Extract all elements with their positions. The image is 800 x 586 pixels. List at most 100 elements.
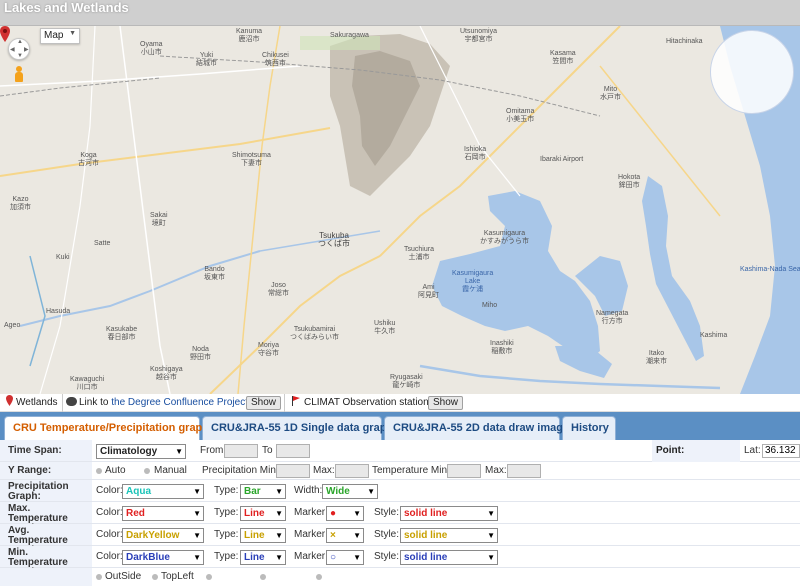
map-label: Tsuchiura 土浦市 [404,246,434,261]
outside-radio[interactable] [96,574,102,580]
avg-temp-type-value: Line [244,530,265,541]
time-span-select[interactable]: Climatology ▼ [96,444,186,459]
map-label: Kazo 加須市 [10,196,31,211]
chevron-down-icon: ▼ [193,487,201,496]
max-temp-color-select[interactable]: Red ▼ [122,506,204,521]
precip-type-label: Type: [214,485,239,496]
max-temp-marker-select[interactable]: ● ▼ [326,506,364,521]
map-label: Satte [94,240,111,247]
precip-width-value: Wide [326,486,350,497]
show-climat-button[interactable]: Show [428,396,464,410]
to-label: To [262,445,273,456]
confluence-link[interactable]: the Degree Confluence Project [111,397,248,408]
avg-temp-marker-label: Marker: [294,529,328,540]
avg-temp-marker-select[interactable]: × ▼ [326,528,364,543]
map-pan-control[interactable]: ▲ ▼ ◀ ▶ [8,38,30,60]
to-input[interactable] [276,444,310,458]
legend-row-label [0,568,92,586]
location-pin-icon[interactable] [0,26,10,42]
min-temp-marker-value: ○ [330,552,337,563]
chevron-down-icon: ▼ [275,553,283,562]
min-temp-style-select[interactable]: solid line ▼ [400,550,498,565]
max-temp-marker-value: ● [330,508,337,519]
max-temp-style-label: Style: [374,507,400,518]
map-type-select[interactable]: Map ▼ [40,28,80,44]
time-span-label: Time Span: [0,440,92,461]
chevron-down-icon: ▼ [353,531,361,540]
temp-max-input[interactable] [507,464,541,478]
map-label: Omitama 小美玉市 [506,108,535,123]
max-temp-row: Max. Temperature Graph: Color: Red ▼ Type… [0,502,800,534]
max-temp-type-label: Type: [214,507,239,518]
precip-max-input[interactable] [335,464,369,478]
avg-temp-color-value: DarkYellow [126,530,180,541]
time-span-row: Time Span: Climatology ▼ From To Point: L… [0,440,800,462]
tab-cru-jra-2d[interactable]: CRU&JRA-55 2D data draw image [384,416,569,440]
map-label: Utsunomiya 宇都宮市 [460,28,497,43]
lat-label: Lat: [744,445,761,456]
chevron-down-icon: ▼ [175,447,183,456]
tab-history[interactable]: History [562,416,616,440]
y-range-label: Y Range: [0,462,92,479]
max-temp-type-value: Line [244,508,265,519]
fullscreen-overlay[interactable] [710,30,794,114]
legend-option-radio[interactable] [260,574,266,580]
precip-min-input[interactable] [276,464,310,478]
map-view[interactable]: Kanuma 鹿沼市 Sakuragawa Utsunomiya 宇都宮市 Oyam… [0,26,800,394]
map-label: Kawaguchi 川口市 [70,376,105,391]
precip-width-select[interactable]: Wide ▼ [322,484,378,499]
map-label: Inashiki 稲敷市 [490,340,514,355]
outside-label: OutSide [105,571,142,582]
map-label: Tsukuba つくば市 [318,231,350,248]
min-temp-type-label: Type: [214,551,239,562]
confluence-link-item: Link to the Degree Confluence Project [66,396,248,410]
legend-option-radio[interactable] [206,574,212,580]
map-toolbar: Wetlands Link to the Degree Confluence P… [0,394,800,412]
auto-radio[interactable] [96,468,102,474]
avg-temp-type-select[interactable]: Line ▼ [240,528,286,543]
topleft-radio[interactable] [152,574,158,580]
min-temp-color-select[interactable]: DarkBlue ▼ [122,550,204,565]
map-label: Kasumigaura Lake 霞ケ浦 [452,270,494,293]
map-label: Chikusei 筑西市 [262,52,289,67]
map-label: Joso 常総市 [268,282,289,297]
temp-min-input[interactable] [447,464,481,478]
avg-temp-style-value: solid line [404,530,448,541]
precip-type-select[interactable]: Bar ▼ [240,484,286,499]
max-temp-style-select[interactable]: solid line ▼ [400,506,498,521]
chat-bubble-icon [66,396,77,406]
precip-color-select[interactable]: Aqua ▼ [122,484,204,499]
wetlands-pin-icon [6,395,13,406]
street-view-pegman-icon[interactable] [15,66,23,82]
map-label: Shimotsuma 下妻市 [232,152,271,167]
from-input[interactable] [224,444,258,458]
app-title: Lakes and Wetlands [4,0,129,15]
tab-cru-temp-precip[interactable]: CRU Temperature/Precipitation graph [4,416,209,440]
precip-max-label: Max: [313,465,335,476]
max-temp-type-select[interactable]: Line ▼ [240,506,286,521]
map-label: Sakuragawa [330,32,369,39]
avg-temp-color-select[interactable]: DarkYellow ▼ [122,528,204,543]
precip-graph-label: Precipitation Graph: [0,480,92,502]
avg-temp-style-select[interactable]: solid line ▼ [400,528,498,543]
manual-radio[interactable] [144,468,150,474]
confluence-prefix: Link to [79,397,112,408]
legend-option-radio[interactable] [316,574,322,580]
show-confluence-button[interactable]: Show [246,396,282,410]
map-label: Kuki [56,254,70,261]
tab-cru-jra-1d[interactable]: CRU&JRA-55 1D Single data graph [202,416,393,440]
chevron-down-icon: ▼ [193,553,201,562]
manual-label: Manual [154,465,187,476]
map-label: Ushiku 牛久市 [374,320,396,335]
map-label: Kashima-Nada Sea [740,266,800,273]
min-temp-type-select[interactable]: Line ▼ [240,550,286,565]
max-temp-style-value: solid line [404,508,448,519]
chevron-down-icon: ▼ [367,487,375,496]
temp-max-label: Max: [485,465,507,476]
chevron-down-icon: ▼ [275,531,283,540]
precip-width-label: Width: [294,485,323,496]
min-temp-marker-select[interactable]: ○ ▼ [326,550,364,565]
chevron-down-icon: ▼ [353,509,361,518]
lat-input[interactable]: 36.132 [762,444,800,458]
wetlands-label: Wetlands [16,397,58,408]
